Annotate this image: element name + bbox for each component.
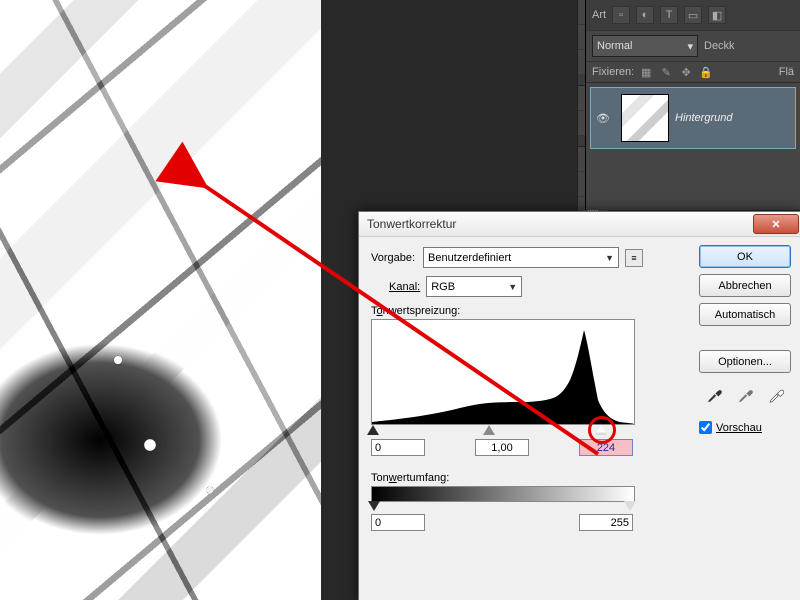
ok-button[interactable]: OK <box>699 245 791 268</box>
layer-name: Hintergrund <box>675 112 732 124</box>
auto-button[interactable]: Automatisch <box>699 303 791 326</box>
output-white-slider[interactable] <box>624 501 636 511</box>
eyedropper-row <box>699 385 791 405</box>
blend-mode-value: Normal <box>597 40 632 52</box>
white-point-slider[interactable] <box>595 425 607 435</box>
white-point-input[interactable] <box>579 439 633 456</box>
dialog-titlebar[interactable]: Tonwertkorrektur ✕ <box>359 212 800 237</box>
layer-row-background[interactable]: 👁 Hintergrund <box>590 87 796 149</box>
blend-mode-select[interactable]: Normal▾ <box>592 35 698 57</box>
black-eyedropper-icon[interactable] <box>703 385 725 405</box>
preview-label: Vorschau <box>716 422 762 434</box>
output-black-input[interactable] <box>371 514 425 531</box>
layers-panel: Art ▫ ◐ T ▭ ◧ Normal▾ Deckk Fixieren: ▦ … <box>585 0 800 210</box>
close-button[interactable]: ✕ <box>753 214 799 234</box>
levels-dialog: Tonwertkorrektur ✕ Vorgabe: Benutzerdefi… <box>358 211 800 600</box>
lock-paint-icon[interactable]: ✎ <box>658 65 674 79</box>
preset-value: Benutzerdefiniert <box>428 252 511 264</box>
visibility-icon[interactable]: 👁 <box>591 112 615 125</box>
lock-all-icon[interactable]: 🔒 <box>698 65 714 79</box>
output-white-input[interactable] <box>579 514 633 531</box>
ice-photo <box>0 0 321 600</box>
dialog-title: Tonwertkorrektur <box>367 217 753 231</box>
channel-label: Kanal: <box>389 281 420 293</box>
output-black-slider[interactable] <box>368 501 380 511</box>
lock-row: Fixieren: ▦ ✎ ✥ 🔒 Flä <box>586 62 800 83</box>
lock-label: Fixieren: <box>592 66 634 78</box>
lock-trans-icon[interactable]: ▦ <box>638 65 654 79</box>
preset-menu-icon[interactable]: ≡ <box>625 249 643 267</box>
white-eyedropper-icon[interactable] <box>765 385 787 405</box>
channel-value: RGB <box>431 281 455 293</box>
kind-label: Art <box>592 9 606 21</box>
fill-label: Flä <box>779 66 794 78</box>
channel-select[interactable]: RGB▼ <box>426 276 522 297</box>
filter-shape-icon[interactable]: ▭ <box>684 6 702 24</box>
output-levels-label: Tonwertumfang: <box>371 472 661 484</box>
input-slider-track[interactable] <box>371 425 633 439</box>
preset-label: Vorgabe: <box>371 252 415 264</box>
filter-adjust-icon[interactable]: ◐ <box>636 6 654 24</box>
preview-checkbox[interactable]: Vorschau <box>699 421 791 434</box>
output-gradient[interactable] <box>371 486 635 502</box>
layer-thumbnail[interactable] <box>621 94 669 142</box>
midtone-slider[interactable] <box>483 425 495 435</box>
black-point-input[interactable] <box>371 439 425 456</box>
filter-type-icon[interactable]: T <box>660 6 678 24</box>
lock-move-icon[interactable]: ✥ <box>678 65 694 79</box>
midtone-input[interactable] <box>475 439 529 456</box>
document-image[interactable] <box>0 0 321 600</box>
black-point-slider[interactable] <box>367 425 379 435</box>
preset-select[interactable]: Benutzerdefiniert▼ <box>423 247 619 268</box>
input-levels-label: Tonwertspreizung: <box>371 305 661 317</box>
preview-checkbox-input[interactable] <box>699 421 712 434</box>
cancel-button[interactable]: Abbrechen <box>699 274 791 297</box>
filter-smart-icon[interactable]: ◧ <box>708 6 726 24</box>
filter-pixel-icon[interactable]: ▫ <box>612 6 630 24</box>
opacity-label: Deckk <box>704 40 735 52</box>
options-button[interactable]: Optionen... <box>699 350 791 373</box>
histogram[interactable] <box>371 319 635 425</box>
gray-eyedropper-icon[interactable] <box>734 385 756 405</box>
